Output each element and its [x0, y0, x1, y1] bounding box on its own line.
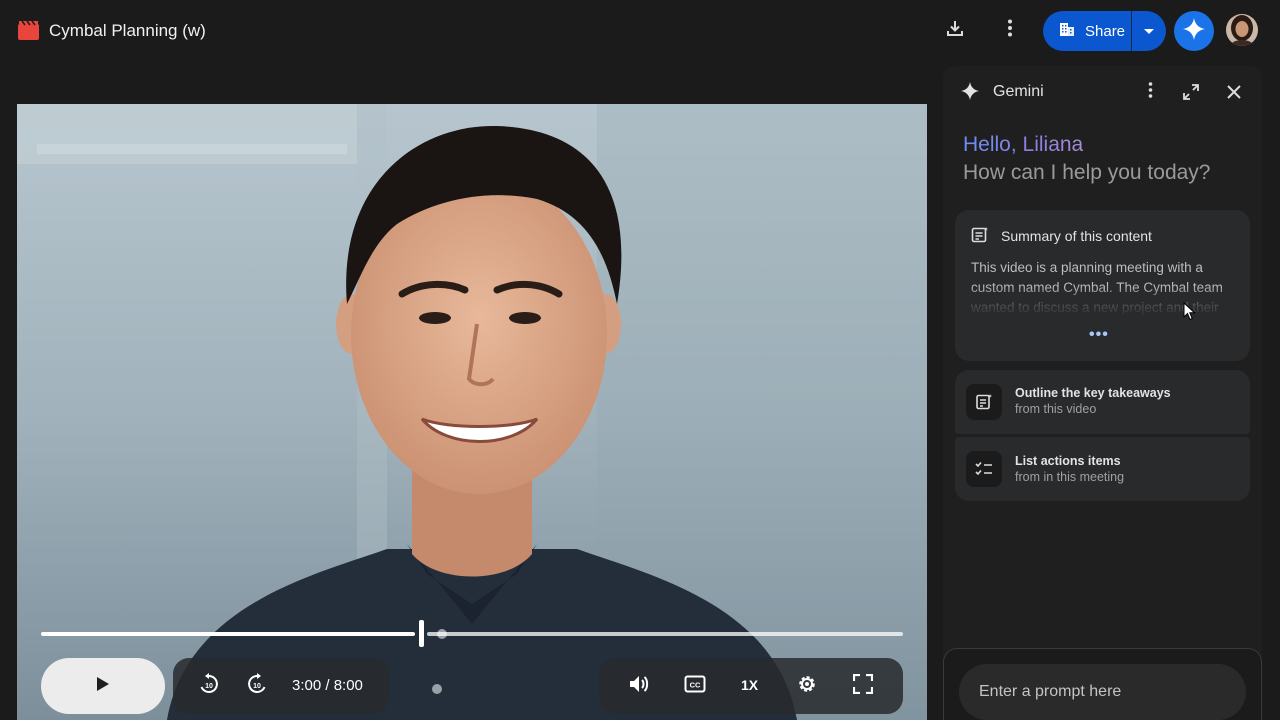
video-content [17, 104, 927, 720]
gemini-more-button[interactable] [1143, 81, 1157, 103]
open-in-full-icon [1183, 84, 1199, 104]
more-options-button[interactable] [995, 15, 1025, 45]
replay-10-icon: 10 [198, 672, 220, 700]
forward-10-icon: 10 [246, 672, 268, 700]
volume-button[interactable] [627, 674, 651, 698]
suggestion-subtitle: from this video [1015, 402, 1097, 416]
summary-icon [971, 226, 989, 249]
close-panel-button[interactable] [1226, 84, 1242, 105]
greeting-title: Hello, Liliana [963, 133, 1084, 156]
mouse-pointer-icon [1183, 301, 1197, 327]
progress-scrubber[interactable] [419, 620, 424, 647]
more-vert-icon [1148, 81, 1153, 103]
forward-10-button[interactable]: 10 [245, 672, 269, 700]
checklist-icon [966, 451, 1002, 487]
caret-down-icon [1144, 22, 1154, 40]
share-button[interactable]: Share [1043, 11, 1131, 51]
suggestion-subtitle: from in this meeting [1015, 470, 1125, 484]
time-display: 3:00 / 8:00 [292, 677, 363, 694]
domain-icon [1059, 21, 1075, 41]
svg-text:10: 10 [253, 683, 261, 690]
avatar[interactable] [1226, 14, 1258, 46]
settings-icon [796, 673, 818, 700]
play-button[interactable] [41, 658, 165, 714]
video-progress-bar[interactable] [41, 620, 903, 647]
video-frame[interactable] [17, 104, 927, 720]
fullscreen-icon [852, 673, 874, 699]
gemini-panel-title: Gemini [993, 83, 1044, 100]
expand-panel-button[interactable] [1183, 84, 1199, 105]
summary-title: Summary of this content [1001, 228, 1152, 244]
notes-icon [966, 384, 1002, 420]
close-icon [1226, 85, 1242, 104]
playback-speed-button[interactable]: 1X [741, 677, 758, 693]
fullscreen-button[interactable] [851, 673, 875, 699]
captions-button[interactable]: CC [683, 674, 707, 698]
gemini-logo-icon [960, 81, 980, 106]
settings-button[interactable] [795, 674, 819, 698]
svg-text:10: 10 [205, 683, 213, 690]
progress-played [41, 632, 415, 636]
closed-captions-icon: CC [684, 675, 706, 698]
svg-text:CC: CC [690, 680, 701, 689]
share-divider [1131, 11, 1132, 51]
summary-expand-button[interactable]: ••• [1089, 326, 1109, 344]
document-title: Cymbal Planning (w) [49, 21, 206, 40]
suggestion-title: List actions items [1015, 454, 1121, 468]
gemini-toggle-button[interactable] [1174, 11, 1214, 51]
progress-remaining [427, 632, 903, 636]
download-icon [945, 18, 965, 43]
rewind-10-button[interactable]: 10 [197, 672, 221, 700]
gemini-panel-header [943, 66, 1262, 119]
video-clapper-icon [18, 20, 39, 40]
play-icon [97, 676, 109, 696]
volume-icon [628, 674, 650, 699]
share-button-group: Share [1043, 11, 1166, 51]
gemini-sparkle-icon [1182, 17, 1206, 46]
greeting-subtitle: How can I help you today? [963, 161, 1211, 184]
suggestion-title: Outline the key takeaways [1015, 386, 1171, 400]
share-label: Share [1085, 22, 1126, 40]
download-button[interactable] [940, 15, 970, 45]
more-vert-icon [1007, 19, 1013, 42]
prompt-input[interactable] [959, 664, 1246, 720]
